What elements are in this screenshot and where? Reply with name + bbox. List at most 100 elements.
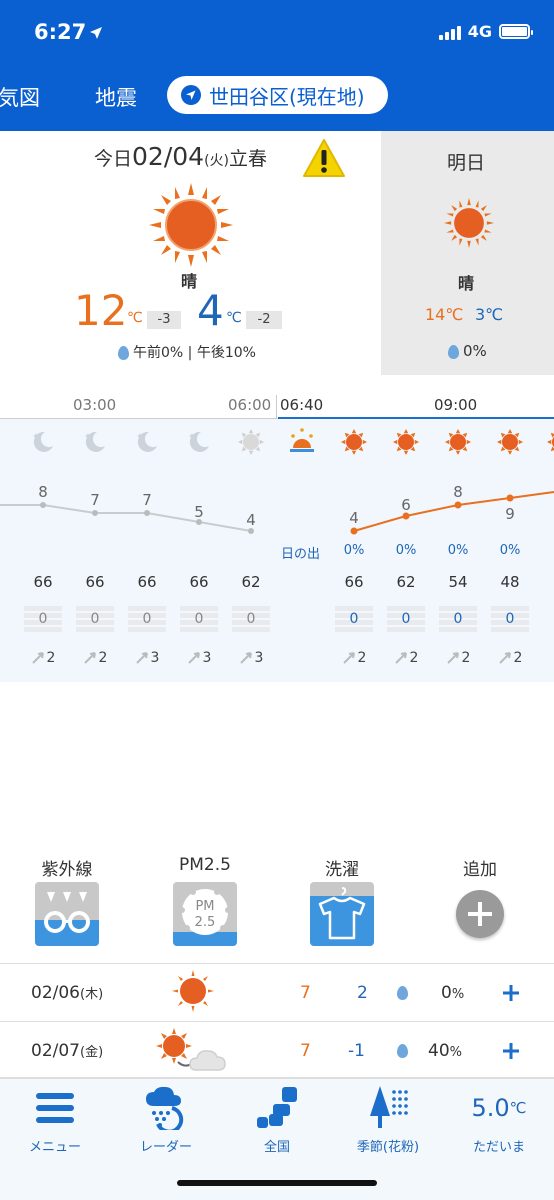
indicator-label: 紫外線 xyxy=(41,860,93,880)
battery-icon xyxy=(499,24,533,39)
today-date: 02/04 xyxy=(132,142,205,171)
today-low-unit: ℃ xyxy=(226,310,242,326)
moon-icon xyxy=(189,431,209,452)
hourly-wind: 3 xyxy=(181,650,217,666)
hourly-humidity: 66 xyxy=(85,573,105,591)
sunny-icon xyxy=(172,970,214,1012)
sunny-icon xyxy=(547,432,554,452)
hourly-humidity: 66 xyxy=(189,573,209,591)
nav-radar-label: レーダー xyxy=(139,1140,192,1155)
today-title: 今日02/04(火)立春 xyxy=(94,142,267,171)
hourly-wind: 2 xyxy=(388,650,424,666)
hourly-temp: 8 xyxy=(453,483,463,501)
hourly-wind: 2 xyxy=(77,650,113,666)
hourly-temp: 9 xyxy=(505,505,515,523)
home-indicator xyxy=(177,1180,377,1186)
expand-plus-icon[interactable] xyxy=(502,1042,520,1060)
japan-map-icon xyxy=(257,1087,297,1128)
hourly-wind-speed: 2 xyxy=(46,650,56,666)
location-label: 世田谷区(現在地) xyxy=(209,84,365,109)
raindrop-icon xyxy=(118,346,129,360)
sunny-icon xyxy=(149,183,233,267)
week-low: 2 xyxy=(357,983,368,1003)
raindrop-icon xyxy=(397,986,408,1000)
pm25-icon[interactable]: PM 2.5 xyxy=(173,882,237,946)
moon-icon xyxy=(85,431,105,452)
tab-weather-map[interactable]: 気図 xyxy=(0,82,40,112)
svg-text:2.5: 2.5 xyxy=(195,915,216,930)
nav-radar[interactable]: レーダー xyxy=(116,1086,216,1155)
hourly-temp: 5 xyxy=(194,503,204,521)
today-weekday: (火) xyxy=(204,153,229,169)
location-arrow-icon xyxy=(181,85,201,105)
hourly-temp: 8 xyxy=(38,483,48,501)
hourly-wind-speed: 2 xyxy=(461,650,471,666)
week-date: 02/06(木) xyxy=(31,983,103,1003)
location-selector[interactable]: 世田谷区(現在地) xyxy=(167,76,388,114)
status-icons: 4G xyxy=(438,22,533,41)
hourly-wind: 2 xyxy=(440,650,476,666)
hourly-wind-speed: 2 xyxy=(513,650,523,666)
nav-menu[interactable]: メニュー xyxy=(5,1086,105,1155)
wind-arrow-icon xyxy=(446,652,459,664)
timeline-divider xyxy=(276,395,277,418)
wind-arrow-icon xyxy=(394,652,407,664)
tomorrow-precip-text: 0% xyxy=(463,342,487,360)
divider xyxy=(0,963,554,964)
nav-japan[interactable]: 全国 xyxy=(227,1086,327,1155)
sunrise-label: 日の出 xyxy=(281,547,321,562)
today-low: 4 xyxy=(197,286,224,335)
cell-signal-icon xyxy=(438,24,461,40)
hourly-humidity: 54 xyxy=(448,573,468,591)
timeline-label: 06:40 xyxy=(280,396,324,414)
hourly-rain: 0 xyxy=(24,606,62,632)
nav-current-temp[interactable]: 5.0 ℃ ただいま xyxy=(449,1086,549,1155)
sunny-icon xyxy=(341,429,367,455)
warning-icon[interactable] xyxy=(302,138,346,178)
tomorrow-condition: 晴 xyxy=(458,274,475,293)
radar-icon xyxy=(146,1086,184,1130)
raindrop-icon xyxy=(448,344,459,359)
today-high-unit: ℃ xyxy=(127,310,143,326)
hourly-rain: 0 xyxy=(387,606,425,632)
wind-arrow-icon xyxy=(31,652,44,664)
svg-text:PM: PM xyxy=(195,899,214,914)
menu-icon xyxy=(36,1093,74,1123)
divider xyxy=(0,1021,554,1022)
indicator-label: 追加 xyxy=(463,860,497,880)
expand-plus-icon[interactable] xyxy=(502,984,520,1002)
week-date-text: 02/07 xyxy=(31,1041,80,1061)
week-precip: 0% xyxy=(441,983,464,1003)
hourly-rain: 0 xyxy=(180,606,218,632)
pollen-tree-icon xyxy=(370,1086,408,1128)
indicator-label: PM2.5 xyxy=(179,855,231,875)
hourly-rain: 0 xyxy=(232,606,270,632)
indicator-label: 洗濯 xyxy=(325,860,359,880)
today-note: 立春 xyxy=(229,148,268,170)
nav-season[interactable]: 季節(花粉) xyxy=(338,1086,438,1155)
moon-icon xyxy=(0,428,4,456)
timeline-label: 06:00 xyxy=(228,396,272,414)
today-condition: 晴 xyxy=(181,272,198,291)
week-date-text: 02/06 xyxy=(31,983,80,1003)
laundry-shirt-icon[interactable] xyxy=(310,882,374,946)
add-plus-icon[interactable] xyxy=(456,890,504,938)
nav-menu-label: メニュー xyxy=(28,1140,81,1155)
nav-japan-label: 全国 xyxy=(263,1140,290,1155)
week-weekday: (木) xyxy=(80,987,104,1002)
week-weekday: (金) xyxy=(80,1045,104,1060)
uv-glasses-icon[interactable] xyxy=(35,882,99,946)
hourly-rain: 0 xyxy=(76,606,114,632)
hourly-wind-speed: 3 xyxy=(202,650,212,666)
sunny-icon xyxy=(393,429,419,455)
hourly-humidity: 62 xyxy=(241,573,261,591)
tab-earthquake[interactable]: 地震 xyxy=(95,82,137,112)
hourly-temp: 4 xyxy=(349,509,359,527)
hourly-precip: 0% xyxy=(395,543,417,558)
hourly-wind-speed: 3 xyxy=(150,650,160,666)
wind-arrow-icon xyxy=(135,652,148,664)
hourly-humidity: 66 xyxy=(137,573,157,591)
hourly-wind: 2 xyxy=(492,650,528,666)
sunny-icon xyxy=(238,429,264,455)
tomorrow-high: 14℃ xyxy=(425,305,464,324)
